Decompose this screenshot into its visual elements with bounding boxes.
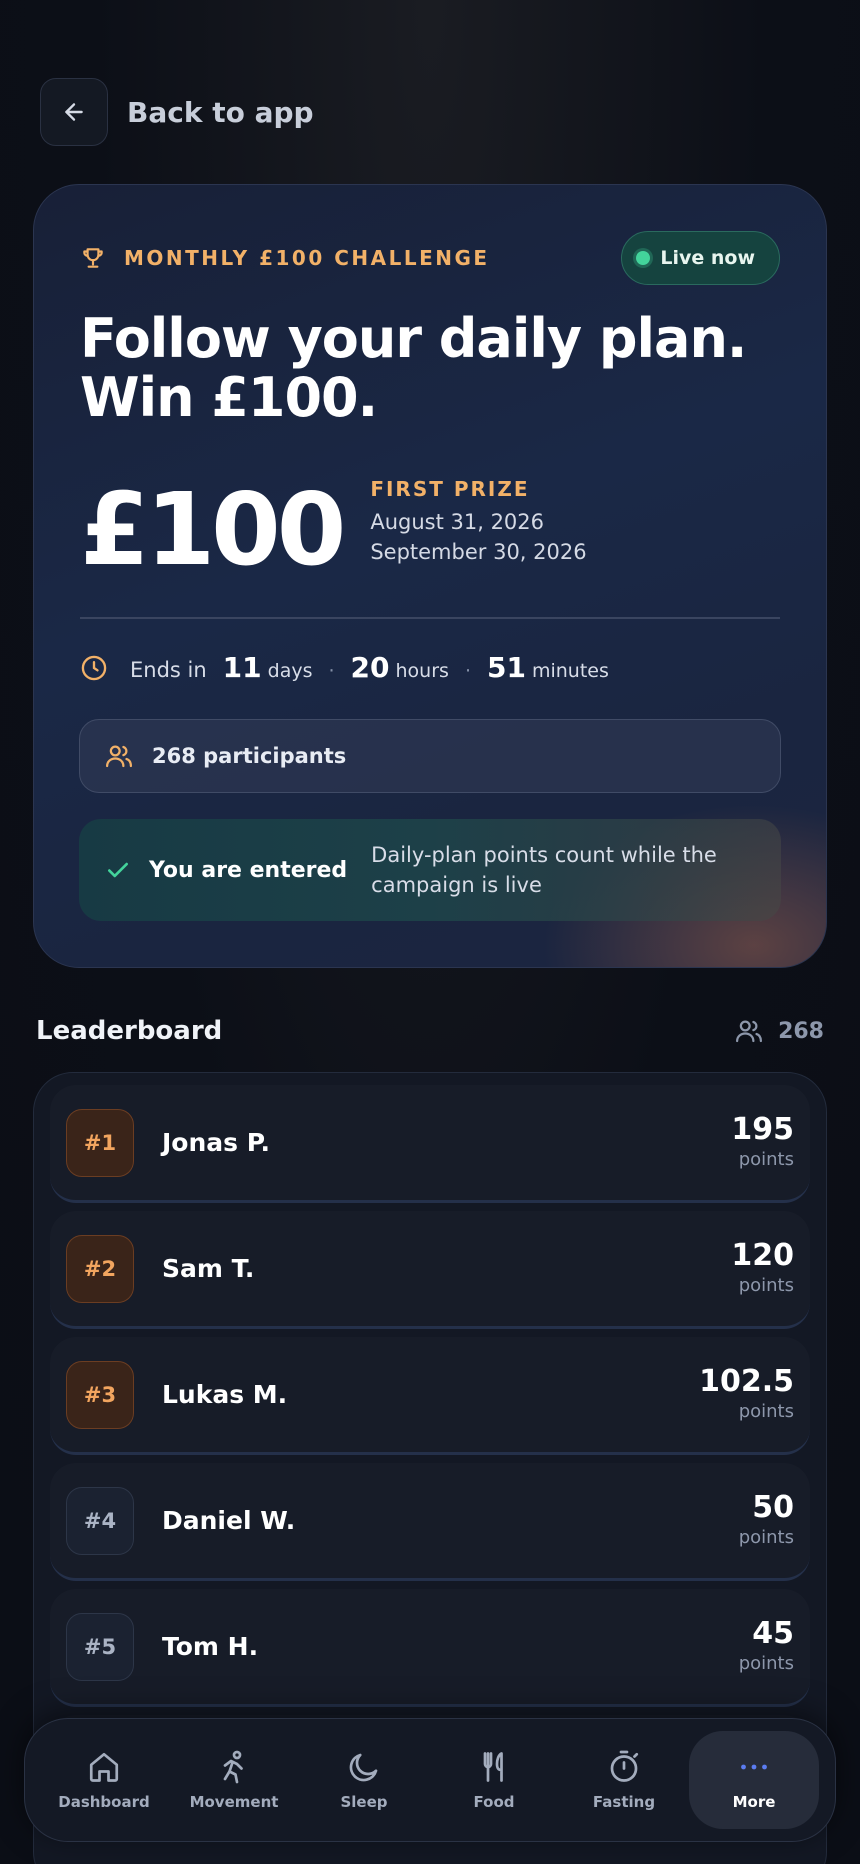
leaderboard-row[interactable]: #3 Lukas M. 102.5 points [50,1337,810,1455]
rank-badge: #2 [66,1234,134,1303]
countdown-days: 11 [222,651,262,684]
rank-badge: #3 [66,1360,134,1429]
nav-label: Food [473,1793,515,1811]
participant-name: Tom H. [162,1632,259,1661]
leaderboard-row[interactable]: #1 Jonas P. 195 points [50,1085,810,1203]
nav-label: Fasting [592,1793,656,1811]
leaderboard-row[interactable]: #5 Tom H. 45 points [50,1589,810,1707]
live-status-text: Live now [660,247,755,269]
check-icon [108,862,128,878]
points-unit: points [738,1274,794,1296]
participant-name: Lukas M. [162,1380,288,1409]
participants-count: 268 participants [152,744,347,768]
countdown-hours: 20 [350,651,390,684]
entered-description: Daily-plan points count while the campai… [371,843,717,897]
nav-label: Dashboard [58,1793,150,1811]
participant-score: 120 points [731,1237,794,1299]
live-status-badge: Live now [621,231,780,285]
countdown-minutes: 51 [486,651,526,684]
rank-badge: #1 [66,1108,134,1177]
leaderboard-row[interactable]: #4 Daniel W. 50 points [50,1463,810,1581]
challenge-card: MONTHLY £100 CHALLENGE Live now Follow y… [33,184,827,968]
points-value: 45 [752,1615,794,1651]
nav-item-movement[interactable]: Movement [169,1731,299,1829]
nav-item-fasting[interactable]: Fasting [559,1731,689,1829]
moon-icon [349,1753,378,1782]
arrow-left-icon [65,103,83,121]
bottom-nav: Dashboard Movement Sleep Food Fasting Mo… [24,1718,836,1842]
prize-row: £100 FIRST PRIZE August 31, 2026 Septemb… [80,475,587,585]
cutlery-icon [483,1752,503,1782]
clock-icon [81,655,107,680]
countdown: Ends in 11 days · 20 hours · 51 minutes [80,651,609,684]
back-button[interactable] [40,78,108,146]
stopwatch-icon [610,1750,639,1782]
countdown-separator: · [464,660,471,682]
points-value: 120 [731,1237,794,1273]
countdown-prefix: Ends in [130,658,207,682]
entry-status-box: You are entered Daily-plan points count … [79,819,781,921]
countdown-days-unit: days [267,660,313,682]
points-unit: points [738,1526,794,1548]
users-icon [106,745,132,768]
start-date: August 31, 2026 [370,510,545,534]
participant-score: 195 points [731,1111,794,1173]
leaderboard-header: Leaderboard 268 [36,1016,824,1046]
points-unit: points [738,1400,794,1422]
points-value: 102.5 [699,1363,794,1399]
challenge-tag: MONTHLY £100 CHALLENGE [80,245,490,271]
points-value: 195 [731,1111,794,1147]
points-value: 50 [752,1489,794,1525]
back-to-app-link[interactable]: Back to app [127,96,314,129]
nav-label: Movement [189,1793,279,1811]
nav-item-food[interactable]: Food [429,1731,559,1829]
running-icon [223,1750,243,1784]
leaderboard-count: 268 [734,1016,824,1046]
nav-item-sleep[interactable]: Sleep [299,1731,429,1829]
nav-item-more[interactable]: More [689,1731,819,1829]
participant-name: Daniel W. [162,1506,296,1535]
divider [80,617,780,619]
rank-badge: #4 [66,1486,134,1555]
rank-badge: #5 [66,1612,134,1681]
more-dots-icon [741,1764,767,1770]
nav-label: Sleep [340,1793,388,1811]
countdown-minutes-unit: minutes [531,660,609,682]
countdown-separator: · [328,660,335,682]
challenge-title: Follow your daily plan. Win £100. [80,307,747,429]
home-icon [89,1752,119,1782]
challenge-label: MONTHLY £100 CHALLENGE [124,246,490,270]
leaderboard-count-value: 268 [778,1018,824,1044]
prize-info: FIRST PRIZE August 31, 2026 September 30… [370,475,586,567]
entered-label: You are entered [149,857,348,883]
live-dot-icon [636,251,651,265]
points-unit: points [738,1148,794,1170]
users-icon [736,1020,763,1043]
leaderboard-title: Leaderboard [36,1016,223,1046]
participant-name: Sam T. [162,1254,255,1283]
trophy-icon [83,248,103,268]
countdown-hours-unit: hours [395,660,449,682]
top-bar: Back to app [40,78,314,146]
prize-amount: £100 [80,471,346,588]
participant-score: 102.5 points [699,1363,794,1425]
challenge-card-header: MONTHLY £100 CHALLENGE Live now [80,231,780,285]
prize-label: FIRST PRIZE [370,477,530,501]
nav-item-dashboard[interactable]: Dashboard [39,1731,169,1829]
nav-label: More [732,1793,776,1811]
participant-score: 45 points [738,1615,794,1677]
participants-box: 268 participants [79,719,781,793]
participant-name: Jonas P. [162,1128,270,1157]
points-unit: points [738,1652,794,1674]
participant-score: 50 points [738,1489,794,1551]
end-date: September 30, 2026 [370,540,587,564]
leaderboard-row[interactable]: #2 Sam T. 120 points [50,1211,810,1329]
